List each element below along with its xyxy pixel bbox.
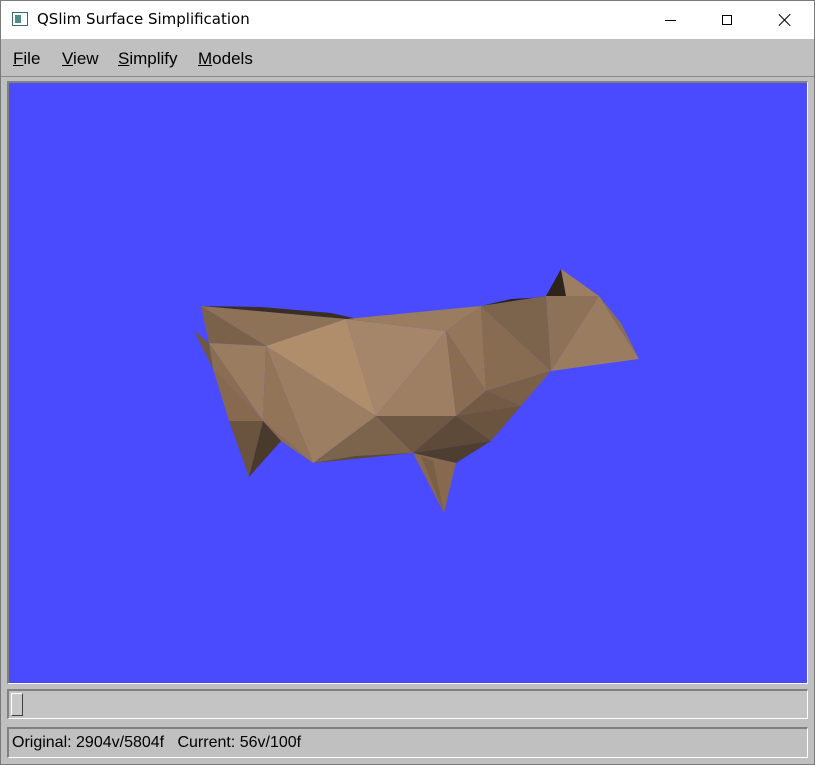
app-window-icon [12,12,28,26]
maximize-icon [722,15,732,25]
menu-file[interactable]: File [13,49,40,69]
simplification-slider[interactable] [7,689,808,719]
window-title: QSlim Surface Simplification [37,10,250,28]
menu-models[interactable]: Models [198,49,253,69]
cow-model-render [194,269,639,513]
original-label: Original: [12,734,72,751]
minimize-button[interactable] [641,1,699,39]
status-bar: Original: 2904v/5804f Current: 56v/100f [7,727,808,758]
slider-thumb[interactable] [11,693,23,716]
menu-simplify[interactable]: Simplify [118,49,178,69]
original-count: 2904v/5804f [76,734,165,751]
current-label: Current: [177,734,236,751]
app-window: QSlim Surface Simplification File View S… [0,0,815,765]
maximize-button[interactable] [698,1,756,39]
menu-bar: File View Simplify Models [1,40,814,77]
status-text: Original: 2904v/5804f Current: 56v/100f [12,734,301,752]
close-icon [778,13,792,27]
title-bar[interactable]: QSlim Surface Simplification [1,1,814,39]
menu-view[interactable]: View [62,49,99,69]
minimize-icon [664,19,676,21]
current-count: 56v/100f [239,734,302,751]
gl-viewport[interactable] [7,81,808,684]
close-button[interactable] [756,1,814,39]
